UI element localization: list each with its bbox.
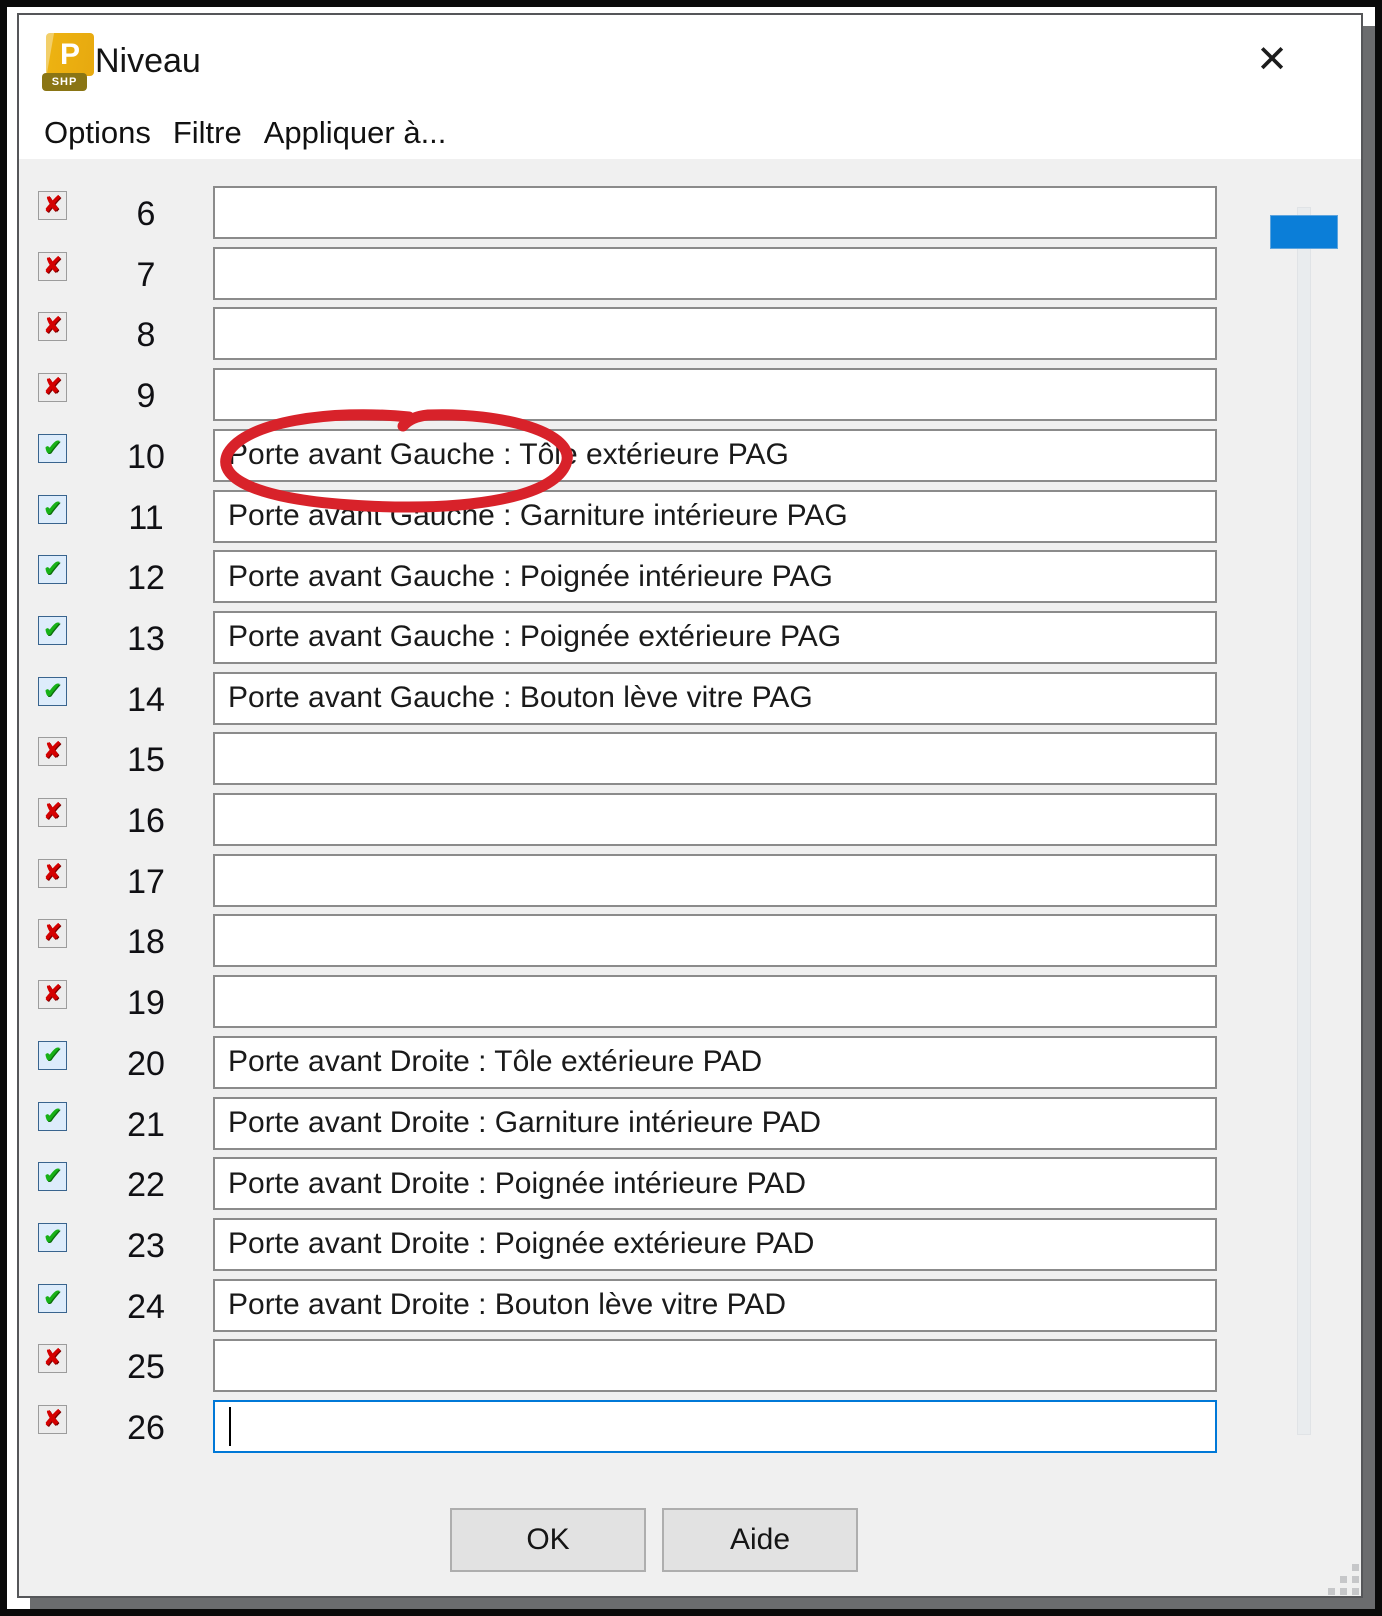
resize-grip[interactable] (1328, 1564, 1360, 1596)
level-state-checkbox[interactable]: ✘ (38, 980, 67, 1010)
level-row: ✔ 22 (19, 1157, 1361, 1211)
level-state-checkbox[interactable]: ✘ (38, 1344, 67, 1374)
screenshot-frame: P SHP Niveau ✕ Options Filtre Appliquer … (0, 0, 1382, 1616)
level-row: ✔ 21 (19, 1096, 1361, 1150)
level-number: 26 (127, 1409, 165, 1447)
level-name-input[interactable] (213, 975, 1217, 1029)
level-row: ✔ 14 (19, 671, 1361, 725)
level-name-input[interactable] (213, 1400, 1217, 1453)
level-number: 22 (127, 1166, 165, 1205)
level-number: 16 (127, 802, 165, 840)
level-number: 23 (127, 1226, 165, 1265)
level-name-input[interactable] (213, 1278, 1217, 1332)
level-name-input[interactable] (213, 1096, 1217, 1150)
level-name-input[interactable] (213, 428, 1217, 482)
level-row: ✘ 9 (19, 368, 1361, 422)
level-state-checkbox[interactable]: ✔ (38, 555, 67, 585)
level-state-checkbox[interactable]: ✘ (38, 312, 67, 342)
niveau-dialog: P SHP Niveau ✕ Options Filtre Appliquer … (17, 13, 1363, 1598)
level-number: 8 (136, 316, 156, 355)
level-name-input[interactable] (213, 671, 1217, 725)
level-row: ✘ 19 (19, 975, 1361, 1029)
level-number: 14 (127, 680, 165, 719)
level-name-input[interactable] (213, 1157, 1217, 1211)
level-number: 19 (127, 984, 165, 1023)
level-row: ✘ 8 (19, 307, 1361, 361)
level-state-checkbox[interactable]: ✔ (38, 1283, 67, 1313)
level-name-input[interactable] (213, 1339, 1217, 1393)
level-number: 9 (136, 377, 156, 416)
list-scrollbar-thumb[interactable] (1270, 215, 1338, 249)
level-state-checkbox[interactable]: ✔ (38, 1101, 67, 1131)
level-number: 6 (136, 195, 156, 233)
level-number: 24 (127, 1287, 165, 1326)
level-number: 15 (127, 741, 165, 780)
level-number: 17 (127, 862, 165, 901)
level-name-input[interactable] (213, 610, 1217, 664)
level-state-checkbox[interactable]: ✔ (38, 494, 67, 524)
level-row: ✔ 23 (19, 1217, 1361, 1271)
level-number: 20 (127, 1044, 165, 1083)
level-row: ✔ 13 (19, 610, 1361, 664)
level-state-checkbox[interactable]: ✔ (38, 1222, 67, 1252)
level-row: ✔ 10 (19, 428, 1361, 482)
level-state-checkbox[interactable]: ✘ (38, 1405, 67, 1434)
level-name-input[interactable] (213, 307, 1217, 361)
level-number: 21 (127, 1105, 165, 1144)
ok-button[interactable]: OK (450, 1508, 646, 1572)
level-state-checkbox[interactable]: ✘ (38, 737, 67, 767)
level-name-input[interactable] (213, 732, 1217, 786)
level-row: ✘ 17 (19, 853, 1361, 907)
level-state-checkbox[interactable]: ✘ (38, 858, 67, 888)
help-button[interactable]: Aide (662, 1508, 858, 1572)
level-state-checkbox[interactable]: ✔ (38, 1162, 67, 1192)
level-number: 11 (128, 498, 164, 537)
level-number: 25 (127, 1348, 165, 1387)
level-number: 18 (127, 923, 165, 962)
level-row: ✔ 20 (19, 1035, 1361, 1089)
text-cursor (229, 1407, 231, 1446)
level-name-input[interactable] (213, 489, 1217, 543)
level-state-checkbox[interactable]: ✔ (38, 1040, 67, 1070)
level-row: ✔ 11 (19, 489, 1361, 543)
level-state-checkbox[interactable]: ✔ (38, 676, 67, 706)
level-name-input[interactable] (213, 368, 1217, 422)
level-row: ✘ 25 (19, 1339, 1361, 1393)
level-state-checkbox[interactable]: ✘ (38, 191, 67, 220)
level-number: 13 (127, 619, 165, 658)
level-state-checkbox[interactable]: ✔ (38, 433, 67, 463)
level-name-input[interactable] (213, 914, 1217, 968)
level-row: ✔ 12 (19, 550, 1361, 604)
level-row: ✘ 6 (19, 186, 1361, 239)
level-name-input[interactable] (213, 550, 1217, 604)
level-number: 7 (136, 255, 156, 294)
level-name-input[interactable] (213, 186, 1217, 239)
level-number: 10 (127, 437, 165, 476)
level-row: ✘ 18 (19, 914, 1361, 968)
list-scrollbar-track[interactable] (1297, 207, 1311, 1435)
level-row: ✘ 7 (19, 246, 1361, 300)
level-name-input[interactable] (213, 246, 1217, 300)
level-state-checkbox[interactable]: ✘ (38, 373, 67, 403)
level-name-input[interactable] (213, 1217, 1217, 1271)
level-name-input[interactable] (213, 793, 1217, 846)
level-row: ✘ 16 (19, 793, 1361, 846)
level-name-input[interactable] (213, 853, 1217, 907)
level-state-checkbox[interactable]: ✘ (38, 251, 67, 281)
level-name-input[interactable] (213, 1035, 1217, 1089)
level-number: 12 (127, 559, 165, 598)
level-state-checkbox[interactable]: ✘ (38, 798, 67, 827)
level-row: ✔ 24 (19, 1278, 1361, 1332)
level-row: ✘ 15 (19, 732, 1361, 786)
level-state-checkbox[interactable]: ✔ (38, 615, 67, 645)
level-state-checkbox[interactable]: ✘ (38, 919, 67, 949)
level-row: ✘ 26 (19, 1400, 1361, 1453)
level-list: ✘ 6 ✘ 7 ✘ 8 ✘ 9 ✔ 10 ✔ 11 ✔ 12 ✔ 13 (19, 15, 1361, 1596)
